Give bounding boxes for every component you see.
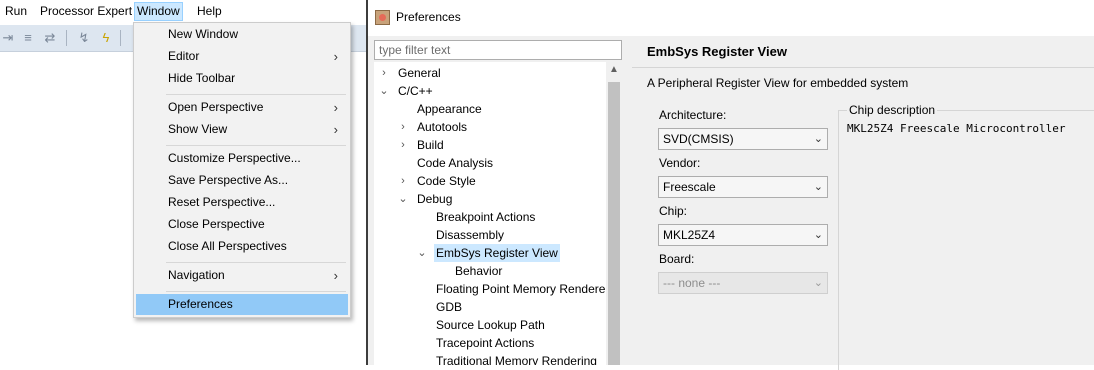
submenu-arrow-icon: › <box>333 100 338 115</box>
architecture-value: SVD(CMSIS) <box>663 132 734 146</box>
menu-help[interactable]: Help <box>195 2 224 21</box>
menu-item-new-window[interactable]: New Window <box>136 24 348 45</box>
lightning-icon[interactable]: ϟ <box>98 30 114 46</box>
preferences-tree: › General ⌄ C/C++ Appearance › Autotools › B… <box>374 62 622 365</box>
menu-item-reset-perspective[interactable]: Reset Perspective... <box>136 192 348 213</box>
menu-item-save-perspective[interactable]: Save Perspective As... <box>136 170 348 191</box>
menu-separator <box>166 145 346 146</box>
step-into-icon[interactable]: ⇥ <box>0 30 16 46</box>
menu-item-hide-toolbar[interactable]: Hide Toolbar <box>136 68 348 89</box>
architecture-select[interactable]: SVD(CMSIS) ⌄ <box>658 128 828 150</box>
chevron-down-icon: ⌄ <box>813 277 823 289</box>
board-label: Board: <box>659 252 695 266</box>
submenu-arrow-icon: › <box>333 122 338 137</box>
chip-description-group <box>838 110 1094 370</box>
preference-page: EmbSys Register View A Peripheral Regist… <box>632 36 1094 370</box>
ide-window: Run Processor Expert Window Help ⇥ ≡ ⇄ ↯… <box>0 0 366 365</box>
menu-item-editor[interactable]: Editor › <box>136 46 348 67</box>
menu-separator <box>166 262 346 263</box>
toolbar-separator <box>66 30 67 46</box>
vendor-value: Freescale <box>663 180 716 194</box>
submenu-arrow-icon: › <box>333 268 338 283</box>
chevron-right-icon[interactable]: › <box>397 172 409 190</box>
menu-run[interactable]: Run <box>3 2 29 21</box>
menu-item-close-all-perspectives[interactable]: Close All Perspectives <box>136 236 348 257</box>
architecture-label: Architecture: <box>659 108 727 122</box>
chevron-right-icon[interactable]: › <box>397 136 409 154</box>
window-menu-dropdown: New Window Editor › Hide Toolbar Open Per… <box>133 22 351 318</box>
chevron-down-icon: ⌄ <box>813 229 823 241</box>
chip-description-text: MKL25Z4 Freescale Microcontroller <box>847 122 1066 135</box>
submenu-arrow-icon: › <box>333 49 338 64</box>
menu-processor-expert[interactable]: Processor Expert <box>38 2 134 21</box>
page-description: A Peripheral Register View for embedded … <box>647 76 909 90</box>
page-title: EmbSys Register View <box>647 44 787 59</box>
preferences-icon <box>375 10 390 25</box>
chevron-down-icon: ⌄ <box>813 133 823 145</box>
board-value: --- none --- <box>663 276 721 290</box>
chevron-down-icon[interactable]: ⌄ <box>397 190 409 208</box>
chip-description-label: Chip description <box>847 103 938 117</box>
tree-scrollbar[interactable]: ▲ <box>606 62 622 365</box>
menu-separator <box>166 291 346 292</box>
menu-item-show-view[interactable]: Show View › <box>136 119 348 140</box>
filter-input[interactable] <box>374 40 622 60</box>
menu-bar: Run Processor Expert Window Help <box>0 0 366 23</box>
menu-item-preferences[interactable]: Preferences <box>136 294 348 315</box>
chevron-down-icon[interactable]: ⌄ <box>416 244 428 262</box>
menu-item-close-perspective[interactable]: Close Perspective <box>136 214 348 235</box>
menu-item-customize-perspective[interactable]: Customize Perspective... <box>136 148 348 169</box>
step-return-icon[interactable]: ⇄ <box>42 30 58 46</box>
board-select[interactable]: --- none --- ⌄ <box>658 272 828 294</box>
page-header: EmbSys Register View <box>632 36 1094 68</box>
chip-label: Chip: <box>659 204 688 218</box>
chevron-down-icon[interactable]: ⌄ <box>378 82 390 100</box>
chip-select[interactable]: MKL25Z4 ⌄ <box>658 224 828 246</box>
chevron-right-icon[interactable]: › <box>378 64 390 82</box>
menu-separator <box>166 94 346 95</box>
chip-value: MKL25Z4 <box>663 228 716 242</box>
step-over-icon[interactable]: ≡ <box>20 30 36 46</box>
vendor-label: Vendor: <box>659 156 701 170</box>
menu-item-open-perspective[interactable]: Open Perspective › <box>136 97 348 118</box>
preferences-dialog: Preferences ›General ⌄C/C++ Appearance ›… <box>368 0 1094 370</box>
dialog-title: Preferences <box>396 10 461 24</box>
scrollbar-thumb[interactable] <box>608 82 620 365</box>
scroll-up-icon[interactable]: ▲ <box>606 64 622 75</box>
vendor-select[interactable]: Freescale ⌄ <box>658 176 828 198</box>
menu-window[interactable]: Window <box>134 2 183 21</box>
toolbar-separator <box>120 30 121 46</box>
chevron-down-icon: ⌄ <box>813 181 823 193</box>
drop-to-frame-icon[interactable]: ↯ <box>76 30 92 46</box>
menu-item-navigation[interactable]: Navigation › <box>136 265 348 286</box>
dialog-title-bar: Preferences <box>368 0 1094 36</box>
chevron-right-icon[interactable]: › <box>397 118 409 136</box>
